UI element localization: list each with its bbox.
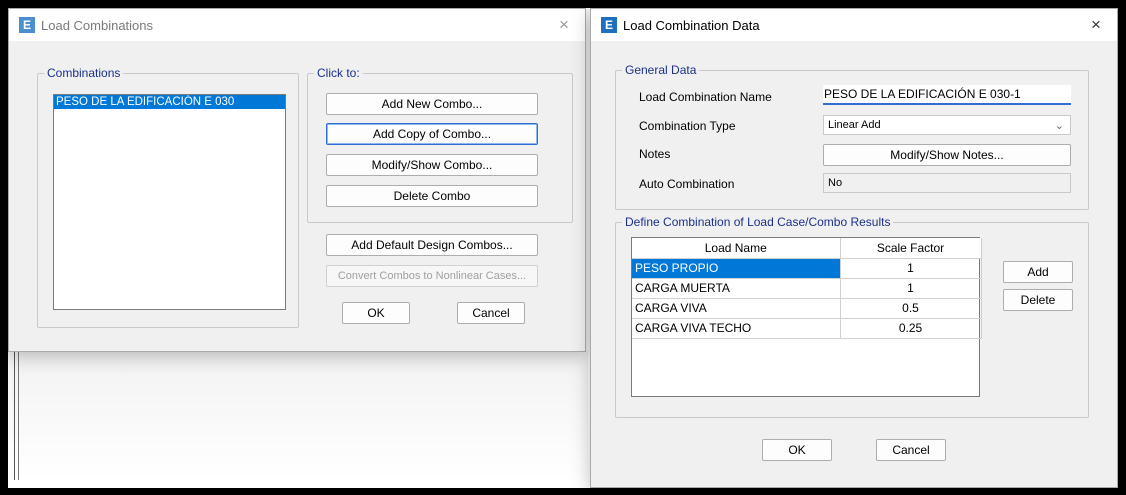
delete-combo-button[interactable]: Delete Combo [326, 185, 538, 207]
notes-label: Notes [639, 147, 671, 161]
table-row[interactable]: PESO PROPIO 1 [632, 258, 982, 279]
click-to-label: Click to: [314, 66, 363, 80]
etabs-app-icon: E [601, 17, 617, 33]
background-canvas [8, 350, 588, 480]
list-item[interactable]: PESO DE LA EDIFICACIÓN E 030 [54, 95, 285, 109]
scale-factor-cell[interactable]: 1 [840, 258, 982, 279]
cancel-button[interactable]: Cancel [876, 439, 946, 461]
etabs-app-icon: E [19, 17, 35, 33]
load-combination-name-label: Load Combination Name [639, 90, 772, 104]
scale-factor-header: Scale Factor [840, 238, 982, 259]
window-title: Load Combinations [41, 17, 154, 33]
cancel-button[interactable]: Cancel [457, 302, 525, 324]
modify-show-notes-button[interactable]: Modify/Show Notes... [823, 144, 1071, 166]
load-case-grid[interactable]: Load Name Scale Factor PESO PROPIO 1 CAR… [631, 237, 982, 397]
ok-button[interactable]: OK [762, 439, 832, 461]
load-combination-data-window: E Load Combination Data × General Data L… [590, 8, 1118, 488]
close-icon[interactable]: × [543, 9, 585, 41]
title-bar[interactable]: E Load Combinations × [9, 9, 585, 41]
scale-factor-cell[interactable]: 1 [840, 278, 982, 299]
delete-button[interactable]: Delete [1003, 289, 1073, 311]
window-title: Load Combination Data [623, 17, 760, 33]
combinations-list[interactable]: PESO DE LA EDIFICACIÓN E 030 [53, 94, 286, 310]
close-icon[interactable]: × [1075, 9, 1117, 41]
combinations-group: Combinations PESO DE LA EDIFICACIÓN E 03… [37, 66, 299, 328]
combination-type-label: Combination Type [639, 119, 736, 133]
chevron-down-icon: ⌄ [1054, 120, 1064, 132]
auto-combination-value: No [823, 173, 1071, 193]
background-line [18, 350, 19, 480]
background-line [14, 350, 15, 480]
scale-factor-cell[interactable]: 0.25 [840, 318, 982, 339]
add-new-combo-button[interactable]: Add New Combo... [326, 93, 538, 115]
combination-type-select[interactable]: Linear Add ⌄ [823, 115, 1071, 135]
add-button[interactable]: Add [1003, 261, 1073, 283]
load-name-cell[interactable]: CARGA MUERTA [632, 278, 841, 299]
define-combination-label: Define Combination of Load Case/Combo Re… [622, 215, 894, 229]
ok-button[interactable]: OK [342, 302, 410, 324]
table-row[interactable]: CARGA MUERTA 1 [632, 278, 982, 299]
modify-show-combo-button[interactable]: Modify/Show Combo... [326, 154, 538, 176]
load-name-cell[interactable]: CARGA VIVA [632, 298, 841, 319]
load-combination-name-input[interactable]: PESO DE LA EDIFICACIÓN E 030-1 [823, 85, 1071, 105]
scale-factor-cell[interactable]: 0.5 [840, 298, 982, 319]
combination-type-value: Linear Add [828, 119, 881, 131]
load-name-cell[interactable]: CARGA VIVA TECHO [632, 318, 841, 339]
table-row[interactable]: CARGA VIVA TECHO 0.25 [632, 318, 982, 339]
load-name-header: Load Name [632, 238, 841, 259]
convert-combos-button: Convert Combos to Nonlinear Cases... [326, 265, 538, 287]
load-name-cell[interactable]: PESO PROPIO [632, 258, 841, 279]
table-row[interactable]: CARGA VIVA 0.5 [632, 298, 982, 319]
auto-combination-label: Auto Combination [639, 177, 735, 191]
general-data-label: General Data [622, 63, 700, 77]
add-copy-of-combo-button[interactable]: Add Copy of Combo... [326, 123, 538, 145]
add-default-design-combos-button[interactable]: Add Default Design Combos... [326, 234, 538, 256]
title-bar[interactable]: E Load Combination Data × [591, 9, 1117, 41]
load-combinations-window: E Load Combinations × Combinations PESO … [8, 8, 586, 352]
combinations-label: Combinations [44, 66, 124, 80]
